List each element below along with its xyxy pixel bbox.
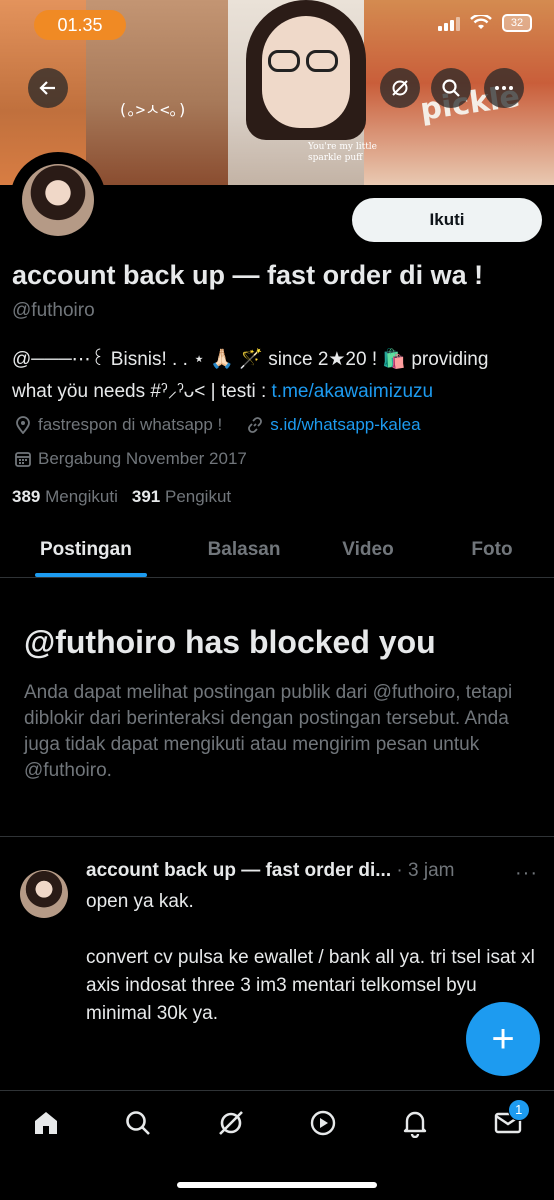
post-author[interactable]: account back up — fast order di... bbox=[86, 860, 391, 881]
following-link[interactable]: 389 Mengikuti bbox=[12, 487, 118, 507]
link-icon bbox=[246, 416, 264, 434]
banner-caption-line: sparkle puff bbox=[308, 153, 363, 163]
blocked-title: @futhoiro has blocked you bbox=[24, 624, 436, 660]
more-icon bbox=[495, 86, 513, 90]
grok-icon bbox=[392, 80, 408, 96]
nav-search[interactable] bbox=[114, 1105, 162, 1141]
banner-portrait-face bbox=[262, 16, 350, 128]
more-options-button[interactable] bbox=[484, 68, 524, 108]
status-time: 01.35 bbox=[34, 10, 126, 40]
location-text: fastrespon di whatsapp ! bbox=[38, 415, 223, 434]
nav-video[interactable] bbox=[299, 1105, 347, 1141]
post-time: · 3 jam bbox=[396, 860, 455, 881]
website-link[interactable]: s.id/whatsapp-kalea bbox=[270, 415, 420, 435]
handle: @futhoiro bbox=[12, 300, 95, 321]
follow-stats: 389 Mengikuti 391 Pengikut bbox=[12, 487, 231, 507]
status-icons: 32 bbox=[438, 14, 532, 32]
tab-balasan[interactable]: Balasan bbox=[182, 522, 306, 577]
bio-text: what yöu needs #ˀ⸝ˀᴗ˂ | testi : bbox=[12, 381, 272, 402]
followers-label: Pengikut bbox=[164, 487, 232, 506]
banner-caption: You're my little sparkle puff bbox=[308, 142, 377, 164]
tab-video[interactable]: Video bbox=[306, 522, 430, 577]
grok-button[interactable] bbox=[380, 68, 420, 108]
location-icon bbox=[14, 416, 32, 434]
video-icon bbox=[310, 1110, 336, 1136]
grok-icon bbox=[218, 1111, 243, 1135]
avatar[interactable] bbox=[22, 164, 94, 236]
following-label: Mengikuti bbox=[45, 487, 118, 506]
banner-caption-line: You're my little bbox=[308, 142, 378, 152]
search-button[interactable] bbox=[431, 68, 471, 108]
home-icon bbox=[35, 1112, 58, 1134]
compose-button[interactable]: + bbox=[466, 1002, 540, 1076]
post-more-button[interactable]: ··· bbox=[515, 862, 538, 885]
wifi-icon bbox=[470, 15, 492, 29]
meta-row-joined: Bergabung November 2017 bbox=[14, 449, 247, 469]
bell-icon bbox=[404, 1111, 427, 1138]
search-icon bbox=[442, 79, 460, 97]
tab-postingan[interactable]: Postingan bbox=[0, 522, 182, 577]
follow-button[interactable]: Ikuti bbox=[352, 198, 542, 242]
profile-tabs: Postingan Balasan Video Foto bbox=[0, 522, 554, 578]
nav-home[interactable] bbox=[22, 1105, 70, 1141]
signal-icon bbox=[438, 15, 460, 31]
banner-glasses bbox=[306, 50, 338, 72]
blocked-description: Anda dapat melihat postingan publik dari… bbox=[24, 682, 513, 781]
divider bbox=[0, 836, 554, 837]
calendar-icon bbox=[14, 450, 32, 468]
nav-grok[interactable] bbox=[207, 1105, 255, 1141]
banner-deco-text: (｡>ㅅ<｡) bbox=[118, 100, 188, 119]
nav-notifications[interactable] bbox=[391, 1105, 439, 1141]
bio: @───⋯꒰ Bisnis! . . ⋆ 🙏🏻 🪄 since 2★20 ! 🛍… bbox=[12, 344, 544, 408]
post-avatar[interactable] bbox=[20, 870, 68, 918]
home-indicator bbox=[177, 1182, 377, 1188]
search-icon bbox=[126, 1111, 151, 1135]
bio-line: @───⋯꒰ Bisnis! . . ⋆ 🙏🏻 🪄 since 2★20 ! 🛍… bbox=[12, 349, 489, 370]
meta-row-location-website: fastrespon di whatsapp ! s.id/whatsapp-k… bbox=[14, 415, 421, 435]
tab-foto[interactable]: Foto bbox=[430, 522, 554, 577]
back-button[interactable] bbox=[28, 68, 68, 108]
nav-messages[interactable]: 1 bbox=[484, 1099, 532, 1141]
arrow-left-icon bbox=[39, 81, 55, 95]
followers-link[interactable]: 391 Pengikut bbox=[132, 487, 231, 507]
joined-text: Bergabung November 2017 bbox=[38, 449, 247, 468]
messages-badge: 1 bbox=[507, 1099, 530, 1121]
bio-line: what yöu needs #ˀ⸝ˀᴗ˂ | testi : t.me/aka… bbox=[12, 376, 544, 408]
bio-link[interactable]: t.me/akawaimizuzu bbox=[272, 381, 434, 402]
display-name: account back up — fast order di wa ! bbox=[12, 260, 484, 290]
post-body: open ya kak. convert cv pulsa ke ewallet… bbox=[86, 891, 535, 1024]
post-header: account back up — fast order di... · 3 j… bbox=[86, 860, 506, 882]
banner-glasses bbox=[268, 50, 300, 72]
battery-icon: 32 bbox=[502, 14, 532, 32]
following-count: 389 bbox=[12, 487, 41, 506]
followers-count: 391 bbox=[131, 487, 161, 506]
